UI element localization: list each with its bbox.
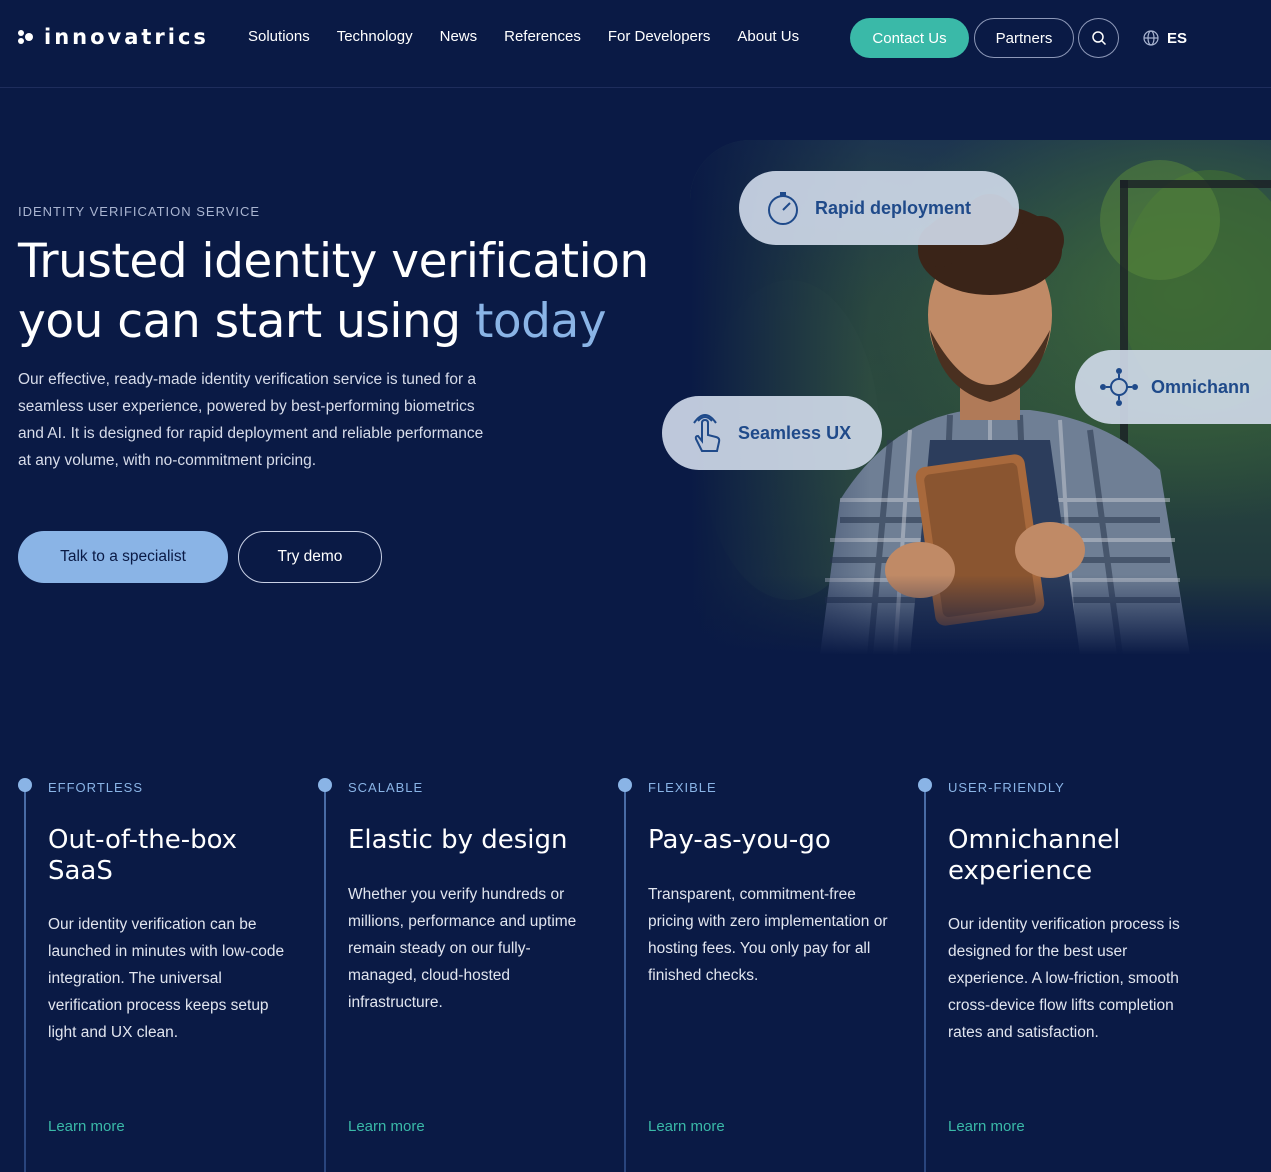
talk-to-specialist-button[interactable]: Talk to a specialist (18, 531, 228, 583)
omnichannel-badge: Omnichann (1075, 350, 1271, 424)
feature-description: Transparent, commitment-free pricing wit… (648, 886, 888, 984)
timeline-dot (918, 778, 932, 792)
brand-logo[interactable]: innovatrics (18, 25, 209, 49)
hero-eyebrow: IDENTITY VERIFICATION SERVICE (18, 204, 261, 219)
rapid-deployment-label: Rapid deployment (815, 197, 972, 218)
feature-tag: EFFORTLESS (48, 780, 144, 795)
feature-title: Pay-as-you-go (648, 825, 831, 855)
search-button[interactable] (1078, 18, 1119, 58)
language-label: ES (1167, 29, 1188, 47)
learn-more-link[interactable]: Learn more (48, 1118, 125, 1135)
hero-title: Trusted identity verification you can st… (18, 232, 678, 352)
logo-text: innovatrics (44, 25, 209, 49)
seamless-ux-badge: Seamless UX (662, 396, 882, 470)
menu-item-solutions[interactable]: Solutions (248, 28, 310, 46)
globe-icon (1143, 30, 1159, 46)
timeline-dot (18, 778, 32, 792)
partners-button[interactable]: Partners (974, 18, 1074, 58)
omnichannel-label: Omnichann (1151, 376, 1251, 397)
feature-description: Whether you verify hundreds or millions,… (348, 886, 577, 1011)
hero-title-accent: today (474, 294, 607, 349)
menu-item-for-developers[interactable]: For Developers (608, 28, 711, 46)
feature-tag: USER-FRIENDLY (948, 780, 1065, 795)
feature-tag: SCALABLE (348, 780, 424, 795)
feature-title: Omnichannel experience (948, 825, 1121, 886)
menu-item-news[interactable]: News (440, 28, 478, 46)
logo-mark-icon (18, 29, 34, 45)
feature-card-effortless: EFFORTLESS Out-of-the-box SaaS Our ident… (18, 778, 318, 1172)
feature-card-user-friendly: USER-FRIENDLY Omnichannel experience Our… (918, 778, 1218, 1172)
network-icon (1100, 368, 1138, 406)
hero-description: Our effective, ready-made identity verif… (18, 371, 484, 469)
top-navigation: innovatrics Solutions Technology News Re… (0, 0, 1271, 88)
menu-item-references[interactable]: References (504, 28, 581, 46)
rapid-deployment-badge: Rapid deployment (739, 171, 1019, 245)
timeline-dot (618, 778, 632, 792)
search-icon (1091, 31, 1106, 46)
contact-us-button[interactable]: Contact Us (850, 18, 969, 58)
feature-tag: FLEXIBLE (648, 780, 717, 795)
try-demo-button[interactable]: Try demo (238, 531, 382, 583)
learn-more-link[interactable]: Learn more (648, 1118, 725, 1135)
learn-more-link[interactable]: Learn more (948, 1118, 1025, 1135)
feature-card-flexible: FLEXIBLE Pay-as-you-go Transparent, comm… (618, 778, 918, 1172)
feature-card-scalable: SCALABLE Elastic by design Whether you v… (318, 778, 618, 1172)
timeline-dot (318, 778, 332, 792)
feature-description: Our identity verification can be launche… (48, 916, 285, 1041)
menu-item-about-us[interactable]: About Us (737, 28, 799, 46)
hero-title-line1: Trusted identity verification (18, 234, 649, 289)
stopwatch-icon (768, 192, 798, 225)
main-menu: Solutions Technology News References For… (248, 28, 826, 46)
menu-item-technology[interactable]: Technology (337, 28, 413, 46)
seamless-ux-label: Seamless UX (738, 422, 852, 443)
feature-description: Our identity verification process is des… (948, 916, 1180, 1041)
hero-title-line2: you can start using (18, 294, 475, 349)
feature-title: Out-of-the-box SaaS (48, 825, 238, 886)
learn-more-link[interactable]: Learn more (348, 1118, 425, 1135)
feature-title: Elastic by design (348, 825, 568, 855)
language-switcher[interactable]: ES (1143, 28, 1187, 48)
touch-icon (693, 414, 721, 452)
